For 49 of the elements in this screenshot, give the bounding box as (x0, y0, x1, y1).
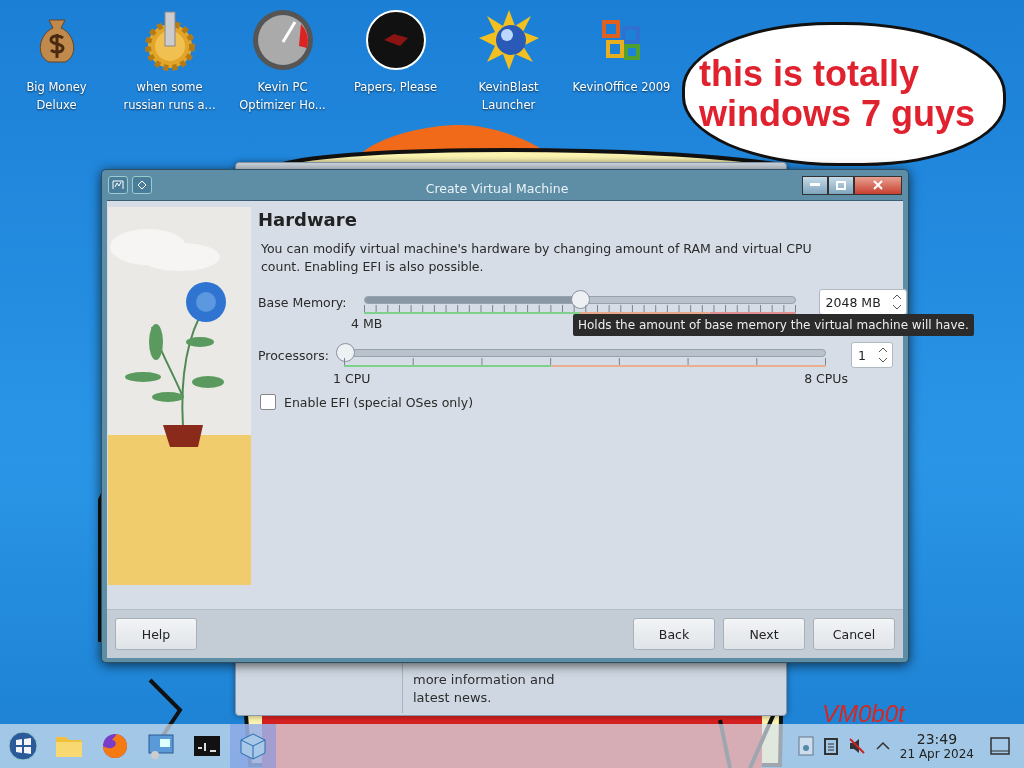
dialog-button[interactable]: Cancel (813, 618, 895, 650)
range-min-label: 1 CPU (333, 371, 371, 386)
desktop-icon-label[interactable]: Papers, Please (344, 78, 447, 96)
window-title: Create Virtual Machine (424, 179, 570, 196)
notes-icon[interactable] (797, 736, 814, 756)
field-label: Processors: (258, 347, 329, 363)
desktop-icon-label[interactable]: KevinBlast Launcher (457, 78, 560, 114)
slider-thumb[interactable] (335, 343, 355, 362)
muted-speaker-icon[interactable] (847, 737, 866, 755)
desktop-icon-label[interactable]: KevinOffice 2009 (570, 78, 673, 96)
disc-icon (363, 8, 428, 72)
diamond-icon (137, 180, 147, 190)
close-icon (873, 180, 883, 190)
clock[interactable]: 23:49 21 Apr 2024 (899, 730, 974, 762)
maximize-button[interactable] (828, 175, 854, 195)
speech-bubble: this is totally windows 7 guys (682, 22, 1006, 166)
chevron-up-icon[interactable] (875, 741, 890, 751)
description-text: You can modify virtual machine's hardware by changing amount of RAM and virtual CPU count. Enabling EFI is also possible. (261, 240, 813, 276)
pin-button[interactable] (132, 176, 152, 194)
info-text: more information and latest news. (413, 671, 556, 707)
dialog-button[interactable]: Back (633, 618, 715, 650)
checkbox-label: Enable EFI (special OSes only) (284, 394, 474, 410)
spin-box[interactable]: 2048 MB (818, 289, 907, 315)
maximize-icon (836, 180, 846, 190)
checkbox[interactable] (260, 394, 276, 410)
desktop-icon-label[interactable]: when some russian runs a... (118, 78, 221, 114)
app-menu-button[interactable] (108, 176, 128, 194)
show-desktop-icon[interactable] (990, 737, 1010, 755)
desktop-icon-label[interactable]: Big Money Deluxe (5, 78, 108, 114)
slider-thumb[interactable] (570, 290, 590, 309)
fox-globe-icon (100, 731, 130, 761)
range-min-label: 4 MB (351, 316, 383, 331)
dialog-button[interactable]: Next (723, 618, 805, 650)
minimize-icon (810, 183, 820, 187)
app-logo-icon (112, 180, 124, 190)
field-label: Base Memory: (258, 294, 347, 310)
spin-box[interactable]: 1 (850, 342, 893, 368)
monitor-icon (146, 731, 176, 761)
tooltip: Holds the amount of base memory the virtual machine will have. (573, 314, 974, 336)
minimize-button[interactable] (802, 175, 828, 195)
clipboard-icon[interactable] (823, 737, 838, 755)
close-button[interactable] (854, 175, 902, 195)
signature: VM0b0t (822, 700, 905, 728)
dialog-button[interactable]: Help (115, 618, 197, 650)
cube-icon (238, 731, 268, 761)
gauge-icon (250, 8, 315, 72)
range-max-label: 8 CPUs (804, 371, 848, 386)
desktop-icon-label[interactable]: Kevin PC Optimizer Ho... (231, 78, 334, 114)
page-heading: Hardware (258, 209, 358, 230)
